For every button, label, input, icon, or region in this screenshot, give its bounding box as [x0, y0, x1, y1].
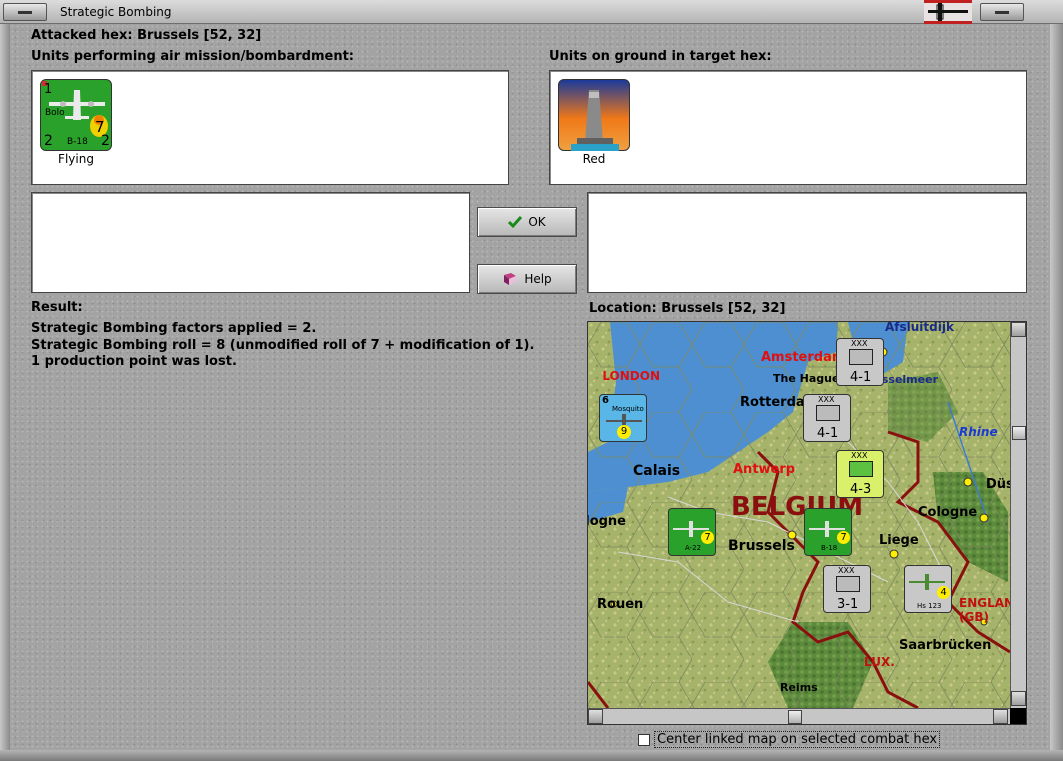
result-line: Strategic Bombing factors applied = 2. [31, 321, 317, 336]
ok-button[interactable]: OK [477, 207, 577, 237]
scroll-up-arrow-icon[interactable] [1011, 322, 1026, 337]
factory-target-counter[interactable] [558, 79, 630, 151]
window-title: Strategic Bombing [60, 5, 172, 19]
defending-units-list[interactable]: Red [549, 70, 1027, 185]
center-map-option[interactable]: Center linked map on selected combat hex [638, 731, 941, 748]
result-heading: Result: [31, 300, 83, 315]
map-label: Boulogne [588, 514, 626, 529]
center-map-checkbox[interactable] [638, 733, 650, 746]
map-label: The Hague [773, 372, 840, 385]
infantry-symbol-icon [836, 576, 860, 592]
vertical-scroll-thumb[interactable] [1012, 426, 1026, 440]
map-label: Düsseldorf [986, 477, 1010, 492]
map-label: Antwerp [733, 462, 796, 477]
help-book-icon [504, 273, 517, 285]
help-button[interactable]: Help [477, 264, 577, 294]
map-air-counter[interactable]: 4 Hs 123 [904, 565, 952, 613]
infantry-symbol-icon [816, 405, 840, 421]
defenders-heading: Units on ground in target hex: [549, 49, 772, 64]
counter-type: B-18 [67, 137, 88, 147]
attacked-hex-heading: Attacked hex: Brussels [52, 32] [31, 28, 262, 43]
scroll-left-arrow-icon[interactable] [588, 709, 603, 724]
b18-bomber-counter[interactable]: 1 Bolo 7 2 B-18 2 [40, 79, 112, 151]
map-vertical-scrollbar[interactable] [1010, 322, 1026, 708]
result-text: Strategic Bombing factors applied = 2. S… [31, 321, 534, 371]
map-air-counter[interactable]: 7 A-22 [668, 508, 716, 556]
map-air-counter[interactable]: 7 B-18 [804, 508, 852, 556]
attacking-units-list[interactable]: 1 Bolo 7 2 B-18 2 Flying [31, 70, 509, 185]
mechanized-symbol-icon [849, 461, 873, 477]
map-label: LUX. [864, 655, 895, 669]
map-label: Rouen [597, 597, 644, 612]
map-label: Rhine [959, 425, 998, 439]
defender-status-label: Red [582, 152, 606, 166]
map-label: Reims [780, 681, 818, 694]
result-line: 1 production point was lost. [31, 354, 237, 369]
counter-left-value: 2 [44, 133, 53, 149]
window-frame-left [0, 24, 10, 754]
factory-chimney-icon [571, 90, 619, 151]
map-label: Liege [879, 533, 919, 548]
help-button-label: Help [524, 272, 552, 286]
attacker-details-box [31, 192, 470, 293]
map-label: LONDON [602, 369, 660, 383]
map-label: Calais [633, 463, 681, 479]
window-frame-bottom [0, 750, 1063, 761]
result-line: Strategic Bombing roll = 8 (unmodified r… [31, 337, 535, 353]
system-menu-button[interactable] [3, 3, 47, 21]
counter-right-value: 2 [101, 133, 110, 149]
counter-attack-value: 1 [44, 82, 53, 97]
minimize-button[interactable] [980, 3, 1024, 21]
defender-details-box [587, 192, 1027, 293]
map-horizontal-scrollbar[interactable] [588, 708, 1010, 724]
map-unit-counter[interactable]: XXX 4-3 [836, 450, 884, 498]
scroll-right-arrow-icon[interactable] [993, 709, 1008, 724]
map-label: Afsluitdijk [885, 322, 954, 334]
map-unit-counter[interactable]: XXX 4-1 [836, 338, 884, 386]
map-label: Saarbrücken [899, 638, 992, 653]
map-unit-counter[interactable]: XXX 3-1 [823, 565, 871, 613]
map-label: Amsterdam [761, 350, 837, 365]
ok-button-label: OK [528, 215, 546, 229]
attackers-heading: Units performing air mission/bombardment… [31, 49, 355, 64]
scroll-down-arrow-icon[interactable] [1011, 691, 1026, 706]
counter-unit-name: Bolo [45, 108, 65, 118]
map-label: ENGLAND (GB) [959, 596, 1010, 624]
infantry-symbol-icon [849, 349, 873, 365]
window-frame-right [1050, 24, 1063, 754]
german-flag-icon [924, 0, 972, 24]
map-viewport[interactable]: Afsluitdijk Amsterdam The Hague IJsselme… [588, 322, 1010, 708]
map-label: Rotterdam [740, 395, 806, 410]
title-bar: Strategic Bombing [0, 0, 1063, 24]
location-heading: Location: Brussels [52, 32] [589, 301, 786, 316]
center-map-label[interactable]: Center linked map on selected combat hex [654, 731, 941, 748]
checkmark-icon [508, 216, 523, 229]
map-label: Cologne [918, 505, 978, 520]
map-label: Brussels [728, 538, 795, 554]
map-air-counter[interactable]: 6 Mosquito 9 [599, 394, 647, 442]
map-unit-counter[interactable]: XXX 4-1 [803, 394, 851, 442]
horizontal-scroll-thumb[interactable] [788, 710, 802, 724]
linked-map[interactable]: Afsluitdijk Amsterdam The Hague IJsselme… [587, 321, 1027, 725]
attacker-status-label: Flying [58, 152, 94, 166]
